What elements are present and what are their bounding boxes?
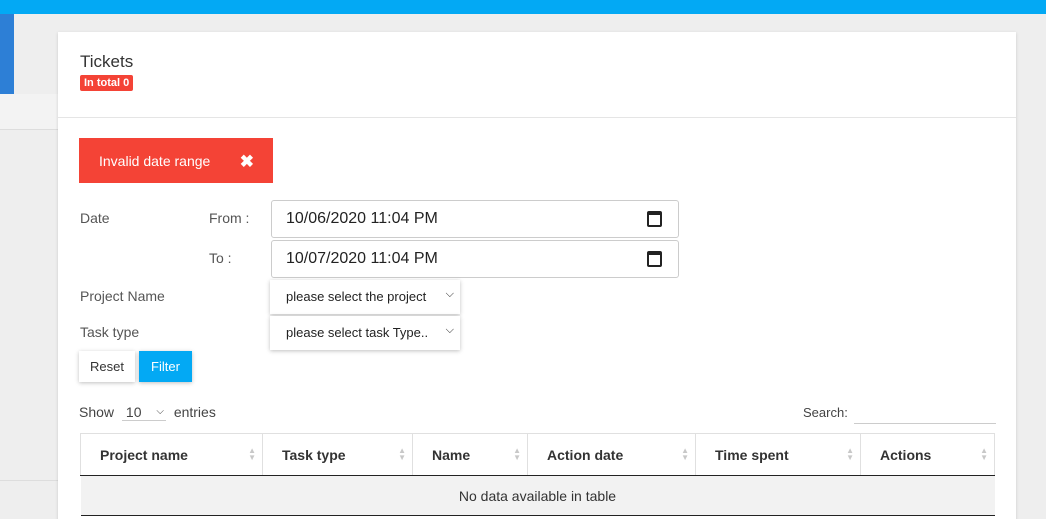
from-label: From : bbox=[209, 210, 250, 226]
search-input[interactable] bbox=[854, 403, 996, 424]
table-row: No data available in table bbox=[80, 475, 995, 516]
date-label: Date bbox=[80, 210, 110, 226]
calendar-icon[interactable] bbox=[647, 211, 662, 227]
chevron-down-icon: ⌵ bbox=[445, 324, 454, 336]
filter-button[interactable]: Filter bbox=[139, 351, 192, 382]
task-type-select[interactable]: please select task Type.. ⌵ bbox=[270, 316, 460, 350]
column-header-name[interactable]: Name ▲ ▼ bbox=[412, 433, 528, 476]
project-name-label: Project Name bbox=[80, 288, 165, 304]
entries-select[interactable]: 10 ⌵ bbox=[121, 404, 166, 421]
column-label: Name bbox=[432, 446, 471, 463]
sort-icon: ▲ ▼ bbox=[248, 446, 256, 462]
column-header-project-name[interactable]: Project name ▲ ▼ bbox=[80, 433, 263, 476]
calendar-icon[interactable] bbox=[647, 251, 662, 267]
column-label: Actions bbox=[880, 446, 932, 463]
column-label: Project name bbox=[100, 446, 188, 463]
project-select[interactable]: please select the project ⌵ bbox=[270, 280, 460, 314]
sidebar-divider bbox=[0, 480, 58, 481]
close-icon[interactable]: ✖ bbox=[240, 152, 254, 172]
alert-message: Invalid date range bbox=[99, 153, 211, 169]
to-date-value: 10/07/2020 11:04 PM bbox=[286, 250, 438, 267]
entries-control: Show 10 ⌵ entries bbox=[79, 404, 216, 421]
search-label: Search: bbox=[803, 405, 848, 420]
task-type-label: Task type bbox=[80, 324, 140, 340]
sort-icon: ▲ ▼ bbox=[846, 446, 854, 462]
column-label: Time spent bbox=[715, 446, 789, 463]
card-header: Tickets In total 0 bbox=[58, 32, 1016, 118]
to-label: To : bbox=[209, 250, 232, 266]
reset-button[interactable]: Reset bbox=[79, 351, 135, 382]
empty-table-message: No data available in table bbox=[80, 475, 995, 516]
to-date-input[interactable]: 10/07/2020 11:04 PM bbox=[271, 240, 679, 278]
chevron-down-icon: ⌵ bbox=[445, 288, 454, 300]
task-type-select-value: please select task Type.. bbox=[286, 325, 429, 340]
show-label: Show bbox=[79, 404, 115, 420]
tickets-card: Tickets In total 0 Invalid date range ✖ … bbox=[58, 32, 1016, 519]
sort-icon: ▲ ▼ bbox=[398, 446, 406, 462]
page-title: Tickets bbox=[80, 52, 134, 71]
from-date-input[interactable]: 10/06/2020 11:04 PM bbox=[271, 200, 679, 238]
column-label: Action date bbox=[547, 446, 624, 463]
column-label: Task type bbox=[282, 446, 346, 463]
entries-value: 10 bbox=[125, 404, 142, 420]
column-header-task-type[interactable]: Task type ▲ ▼ bbox=[262, 433, 413, 476]
tickets-table: Project name ▲ ▼ Task type ▲ ▼ Name ▲ ▼ Action… bbox=[80, 433, 995, 516]
chevron-down-icon: ⌵ bbox=[156, 406, 164, 417]
from-date-value: 10/06/2020 11:04 PM bbox=[286, 210, 438, 227]
error-alert: Invalid date range ✖ bbox=[79, 138, 273, 183]
total-badge: In total 0 bbox=[80, 75, 134, 91]
sort-icon: ▲ ▼ bbox=[980, 446, 988, 462]
column-header-time-spent[interactable]: Time spent ▲ ▼ bbox=[695, 433, 861, 476]
sort-icon: ▲ ▼ bbox=[681, 446, 689, 462]
top-bar bbox=[0, 0, 1046, 14]
sidebar-edge bbox=[0, 14, 14, 94]
sort-icon: ▲ ▼ bbox=[513, 446, 521, 462]
column-header-actions[interactable]: Actions ▲ ▼ bbox=[860, 433, 995, 476]
entries-label: entries bbox=[173, 404, 216, 420]
column-header-action-date[interactable]: Action date ▲ ▼ bbox=[527, 433, 696, 476]
project-select-value: please select the project bbox=[286, 289, 427, 304]
table-header-row: Project name ▲ ▼ Task type ▲ ▼ Name ▲ ▼ Action… bbox=[80, 433, 995, 476]
sidebar-panel bbox=[0, 94, 58, 130]
